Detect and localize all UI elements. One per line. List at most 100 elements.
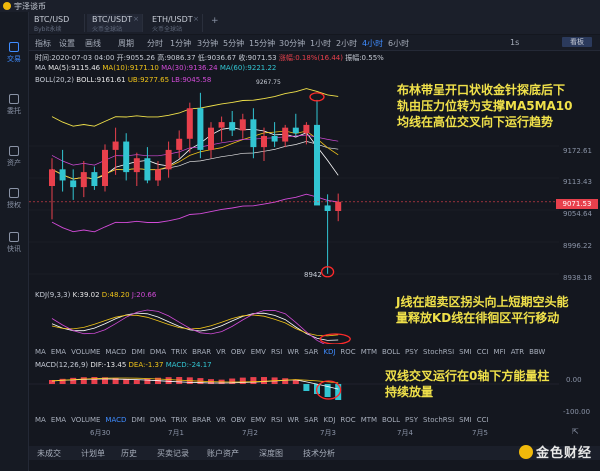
indicator-tab-boll[interactable]: BOLL (382, 348, 400, 356)
close-icon[interactable]: × (193, 15, 199, 23)
indicator-tab-mtm[interactable]: MTM (361, 416, 377, 424)
toolbar-1h[interactable]: 1小时 (310, 38, 331, 49)
tab-technical[interactable]: 技术分析 (303, 448, 335, 459)
indicator-tab-dmi[interactable]: DMI (131, 416, 145, 424)
indicator-tab-atr[interactable]: ATR (511, 348, 524, 356)
macd-row: MACD(12,26,9) DIF:-13.45 DEA:-1.37 MACD:… (35, 361, 212, 369)
indicator-tab-macd[interactable]: MACD (105, 348, 126, 356)
indicator-tab-psy[interactable]: PSY (405, 416, 418, 424)
toolbar-timeline[interactable]: 分时 (147, 38, 163, 49)
toolbar-1s[interactable]: 1s (510, 38, 519, 47)
sidebar-item-label: 资产 (7, 159, 21, 167)
indicator-tab-trix[interactable]: TRIX (171, 416, 187, 424)
sidebar-item-auth[interactable]: 授权 (0, 188, 28, 210)
indicator-tab-emv[interactable]: EMV (251, 348, 266, 356)
indicator-tab-obv[interactable]: OBV (231, 348, 246, 356)
boll-label: BOLL(20,2) (35, 76, 75, 84)
sidebar-item-orders[interactable]: 委托 (0, 94, 28, 116)
toolbar-period[interactable]: 周期 (118, 38, 134, 49)
indicator-tab-dma[interactable]: DMA (150, 348, 166, 356)
indicator-tab-ma[interactable]: MA (35, 416, 46, 424)
indicator-tab-bbw[interactable]: BBW (529, 348, 545, 356)
annotation-line: J线在超卖区拐头向上短期空头能 (396, 295, 569, 309)
toolbar-indicator[interactable]: 指标 (35, 38, 51, 49)
indicator-tab-smi[interactable]: SMI (459, 348, 472, 356)
toolbar-5m[interactable]: 5分钟 (223, 38, 244, 49)
indicator-tab-ema[interactable]: EMA (51, 416, 66, 424)
indicator-tab-obv[interactable]: OBV (231, 416, 246, 424)
sidebar-item-assets[interactable]: 资产 (0, 146, 28, 168)
indicator-tab-smi[interactable]: SMI (459, 416, 472, 424)
indicator-tab-ema[interactable]: EMA (51, 348, 66, 356)
toolbar-6h[interactable]: 6小时 (388, 38, 409, 49)
indicator-tab-brar[interactable]: BRAR (192, 416, 211, 424)
left-sidebar: 交易 委托 资产 授权 快讯 (0, 12, 29, 471)
indicator-tab-roc[interactable]: ROC (340, 416, 355, 424)
dashboard-button[interactable]: 看板 (562, 37, 592, 47)
watermark: 金色财经 (518, 442, 592, 461)
candle-body (292, 127, 299, 134)
indicator-tab-wr[interactable]: WR (287, 416, 299, 424)
macd-histogram-bar (261, 377, 267, 384)
change-value: 涨幅:0.18%(16.44) (278, 54, 343, 62)
indicator-tab-boll[interactable]: BOLL (382, 416, 400, 424)
annotation-line: 双线交叉运行在0轴下方能量柱 (385, 369, 550, 383)
sidebar-item-trade[interactable]: 交易 (0, 42, 28, 64)
indicator-tab-cci[interactable]: CCI (477, 416, 489, 424)
sidebar-item-news[interactable]: 快讯 (0, 232, 28, 254)
tab-plan-orders[interactable]: 计划单 (81, 448, 105, 459)
indicator-tab-kdj[interactable]: KDJ (323, 416, 335, 424)
indicator-tab-mfi[interactable]: MFI (494, 348, 506, 356)
indicator-tab-volume[interactable]: VOLUME (71, 416, 100, 424)
indicator-tab-brar[interactable]: BRAR (192, 348, 211, 356)
indicator-tab-mtm[interactable]: MTM (361, 348, 377, 356)
indicator-tab-volume[interactable]: VOLUME (71, 348, 100, 356)
symbol-tab-btc-usd[interactable]: BTC/USD Bybit永续 (29, 14, 85, 33)
indicator-tab-cci[interactable]: CCI (477, 348, 489, 356)
indicator-tab-roc[interactable]: ROC (340, 348, 355, 356)
toolbar-3m[interactable]: 3分钟 (197, 38, 218, 49)
indicator-tab-stochrsi[interactable]: StochRSI (423, 416, 454, 424)
candle-body (186, 108, 193, 139)
toolbar-draw[interactable]: 画线 (85, 38, 101, 49)
watermark-text: 金色财经 (535, 446, 592, 461)
indicator-tab-vr[interactable]: VR (216, 348, 226, 356)
tab-history[interactable]: 历史 (121, 448, 137, 459)
tab-depth[interactable]: 深度图 (259, 448, 283, 459)
indicator-tab-rsi[interactable]: RSI (271, 348, 282, 356)
indicator-tab-psy[interactable]: PSY (405, 348, 418, 356)
ma30-value: MA(30):9136.24 (161, 64, 218, 72)
indicator-tab-rsi[interactable]: RSI (271, 416, 282, 424)
tab-account-assets[interactable]: 账户资产 (207, 448, 239, 459)
macd-histogram-bar (91, 377, 98, 384)
add-tab-icon[interactable]: + (211, 16, 219, 26)
tab-open-orders[interactable]: 未成交 (37, 448, 61, 459)
indicator-tab-vr[interactable]: VR (216, 416, 226, 424)
toolbar-15m[interactable]: 15分钟 (249, 38, 275, 49)
indicator-tab-macd[interactable]: MACD (105, 416, 126, 424)
toolbar-30m[interactable]: 30分钟 (279, 38, 305, 49)
toolbar-4h[interactable]: 4小时 (362, 38, 383, 49)
indicator-tab-ma[interactable]: MA (35, 348, 46, 356)
toolbar-1m[interactable]: 1分钟 (170, 38, 191, 49)
symbol-tab-btc-usdt[interactable]: BTC/USDT 火币全球站 × (87, 14, 143, 33)
indicator-tab-dmi[interactable]: DMI (131, 348, 145, 356)
indicator-tab-sar[interactable]: SAR (304, 348, 318, 356)
toolbar-settings[interactable]: 设置 (59, 38, 75, 49)
toolbar-2h[interactable]: 2小时 (336, 38, 357, 49)
candle-body (250, 119, 257, 148)
candle-body (91, 172, 98, 186)
indicator-tab-stochrsi[interactable]: StochRSI (423, 348, 454, 356)
indicator-tab-emv[interactable]: EMV (251, 416, 266, 424)
tab-trades[interactable]: 买卖记录 (157, 448, 189, 459)
indicator-tab-trix[interactable]: TRIX (171, 348, 187, 356)
indicator-tab-wr[interactable]: WR (287, 348, 299, 356)
indicator-tab-kdj[interactable]: KDJ (323, 348, 335, 356)
annotation-line: 量释放KD线在徘徊区平行移动 (396, 311, 560, 325)
expand-icon[interactable]: ⇱ (572, 427, 579, 436)
indicator-tab-dma[interactable]: DMA (150, 416, 166, 424)
close-icon[interactable]: × (133, 15, 139, 23)
symbol-tab-eth-usdt[interactable]: ETH/USDT 火币全球站 × (147, 14, 203, 33)
indicator-tab-sar[interactable]: SAR (304, 416, 318, 424)
sidebar-item-label: 委托 (7, 107, 21, 115)
